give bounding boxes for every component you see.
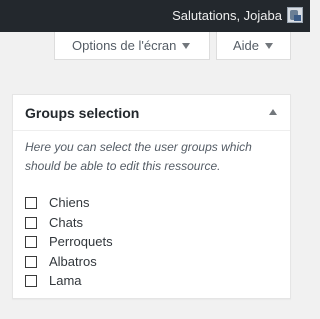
screen-options-button[interactable]: Options de l'écran <box>54 32 210 60</box>
metabox-description: Here you can select the user groups whic… <box>25 140 252 173</box>
caret-up-icon[interactable] <box>269 109 277 115</box>
admin-bar: Salutations, Jojaba <box>0 0 310 32</box>
screen-options-label: Options de l'écran <box>72 38 177 53</box>
groups-selection-metabox: Groups selection Here you can select the… <box>12 94 291 299</box>
metabox-header[interactable]: Groups selection <box>13 95 290 131</box>
help-label: Aide <box>233 38 260 53</box>
group-checkbox[interactable] <box>25 197 37 209</box>
group-label: Perroquets <box>49 234 113 249</box>
user-avatar-icon[interactable] <box>287 7 303 23</box>
group-label: Lama <box>49 273 82 288</box>
caret-down-icon <box>265 42 274 49</box>
group-label: Chats <box>49 214 83 230</box>
group-checkbox[interactable] <box>25 236 37 248</box>
metabox-content: Here you can select the user groups whic… <box>25 138 275 288</box>
group-label: Chiens <box>49 195 90 210</box>
group-checkbox[interactable] <box>25 216 37 229</box>
help-button[interactable]: Aide <box>216 32 291 60</box>
group-checkbox[interactable] <box>25 255 37 268</box>
metabox-title: Groups selection <box>25 105 140 121</box>
group-checkbox[interactable] <box>25 275 37 287</box>
account-greeting[interactable]: Salutations, Jojaba <box>172 0 282 32</box>
group-label: Albatros <box>49 253 97 269</box>
caret-down-icon <box>182 42 191 49</box>
